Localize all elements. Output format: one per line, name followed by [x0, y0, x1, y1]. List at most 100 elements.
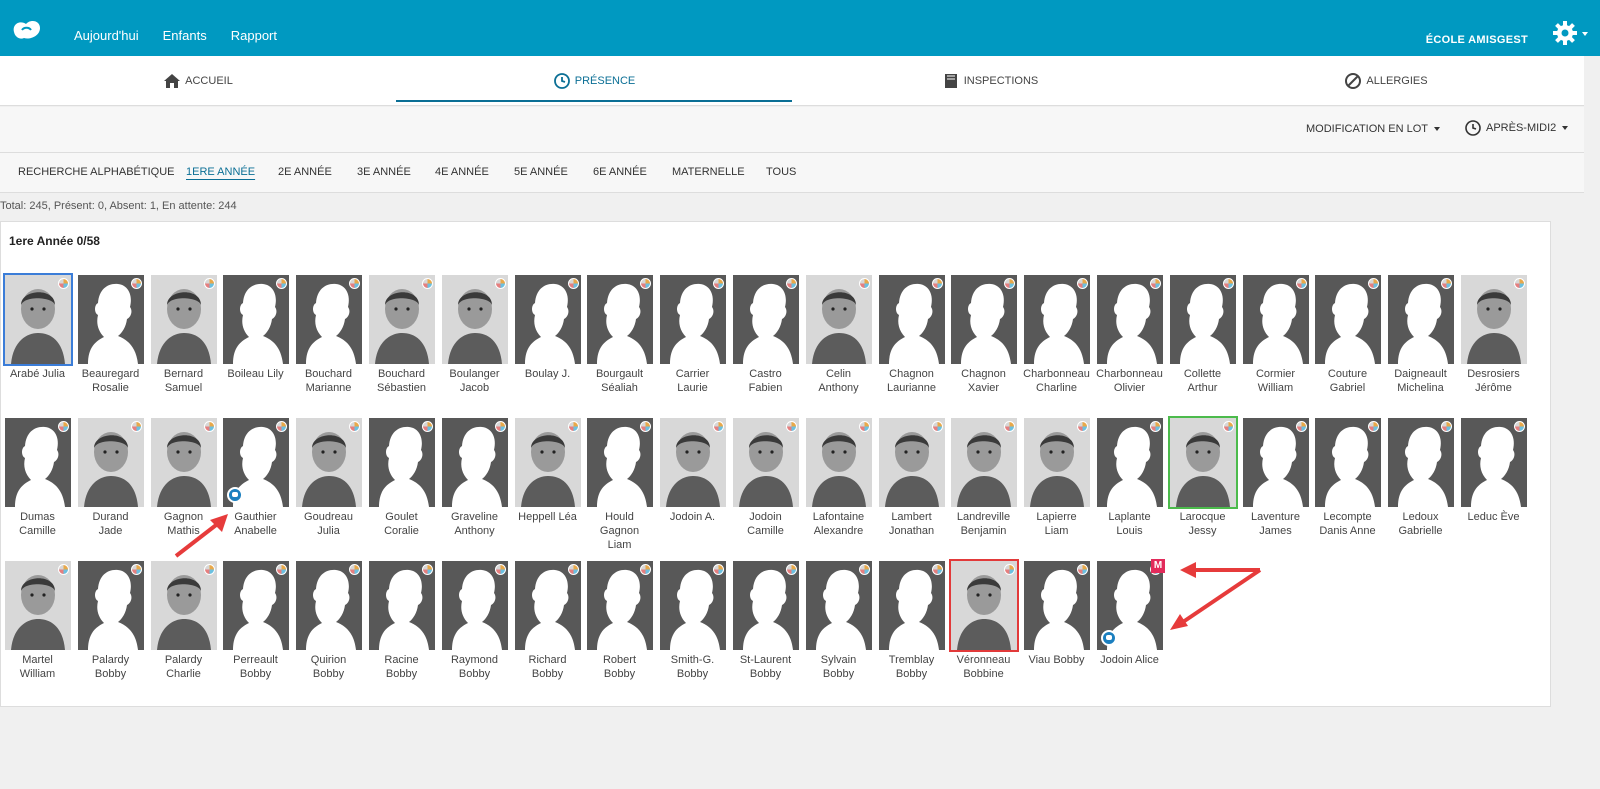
status-indicator-icon[interactable] [422, 421, 433, 432]
status-indicator-icon[interactable] [859, 278, 870, 289]
period-dropdown[interactable]: APRÈS-MIDI2 [1464, 119, 1569, 137]
student-name: Daigneault Michelina [1380, 367, 1461, 395]
student-name-line: Smith-G. [670, 654, 715, 666]
student-name: Leduc Ève [1453, 510, 1534, 524]
status-indicator-icon[interactable] [349, 564, 360, 575]
chevron-down-icon[interactable] [1582, 32, 1588, 36]
nav-children[interactable]: Enfants [163, 28, 207, 43]
status-indicator-icon[interactable] [1223, 278, 1234, 289]
batch-edit-dropdown[interactable]: MODIFICATION EN LOT [1306, 123, 1441, 135]
status-indicator-icon[interactable] [568, 278, 579, 289]
status-indicator-icon[interactable] [932, 421, 943, 432]
status-indicator-icon[interactable] [1296, 421, 1307, 432]
grade-tab-5[interactable]: 5E ANNÉE [514, 166, 568, 178]
status-indicator-icon[interactable] [568, 564, 579, 575]
status-indicator-icon[interactable] [1368, 421, 1379, 432]
status-indicator-icon[interactable] [932, 278, 943, 289]
status-indicator-icon[interactable] [349, 278, 360, 289]
status-indicator-icon[interactable] [204, 421, 215, 432]
status-indicator-icon[interactable] [204, 564, 215, 575]
tab-allergies[interactable]: ALLERGIES [1188, 56, 1584, 106]
status-indicator-icon[interactable] [1077, 564, 1088, 575]
status-indicator-icon[interactable] [495, 278, 506, 289]
student-name-line: Arabé Julia [9, 368, 66, 380]
status-indicator-icon[interactable] [1514, 421, 1525, 432]
student-name-line: Hould [605, 511, 634, 523]
grade-tab-4[interactable]: 4E ANNÉE [435, 166, 489, 178]
grade-tab-2[interactable]: 2E ANNÉE [278, 166, 332, 178]
nav-today[interactable]: Aujourd'hui [74, 28, 139, 43]
status-indicator-icon[interactable] [1514, 278, 1525, 289]
gear-icon[interactable] [1552, 20, 1578, 46]
grade-tab-all[interactable]: TOUS [766, 166, 796, 178]
student-name: Robert Bobby [579, 653, 660, 681]
logo-icon[interactable] [10, 18, 44, 42]
status-indicator-icon[interactable] [932, 564, 943, 575]
student-name: Chagnon Xavier [943, 367, 1024, 395]
student-name: Collette Arthur [1162, 367, 1243, 395]
status-indicator-icon[interactable] [859, 421, 870, 432]
student-name-line: Camille [747, 525, 784, 537]
tab-accueil[interactable]: ACCUEIL [0, 56, 396, 106]
status-indicator-icon[interactable] [859, 564, 870, 575]
status-indicator-icon[interactable] [131, 564, 142, 575]
status-indicator-icon[interactable] [349, 421, 360, 432]
grade-tab-alpha[interactable]: RECHERCHE ALPHABÉTIQUE [18, 166, 174, 178]
status-indicator-icon[interactable] [1296, 278, 1307, 289]
status-indicator-icon[interactable] [1223, 421, 1234, 432]
grade-tab-1[interactable]: 1ERE ANNÉE [186, 166, 255, 178]
student-name-line: Daigneault [1394, 368, 1447, 380]
status-indicator-icon[interactable] [1441, 278, 1452, 289]
status-indicator-icon[interactable] [495, 421, 506, 432]
student-name-line: Bobby [312, 668, 345, 680]
status-indicator-icon[interactable] [1077, 421, 1088, 432]
status-indicator-icon[interactable] [713, 421, 724, 432]
student-name-line: Desrosiers [1467, 368, 1520, 380]
student-name-line: William [1257, 382, 1294, 394]
nav-report[interactable]: Rapport [231, 28, 277, 43]
student-name-line: James [1259, 525, 1292, 537]
tab-presence[interactable]: PRÉSENCE [396, 56, 792, 106]
status-indicator-icon[interactable] [276, 278, 287, 289]
status-indicator-icon[interactable] [640, 564, 651, 575]
status-indicator-icon[interactable] [1004, 278, 1015, 289]
status-indicator-icon[interactable] [276, 564, 287, 575]
student-name-line: Bouchard [377, 368, 426, 380]
status-indicator-icon[interactable] [58, 278, 69, 289]
grade-tab-maternelle[interactable]: MATERNELLE [672, 166, 745, 178]
status-indicator-icon[interactable] [422, 278, 433, 289]
status-indicator-icon[interactable] [786, 421, 797, 432]
status-indicator-icon[interactable] [58, 421, 69, 432]
status-indicator-icon[interactable] [131, 421, 142, 432]
status-indicator-icon[interactable] [1004, 564, 1015, 575]
student-name: Bouchard Sébastien [361, 367, 442, 395]
status-indicator-icon[interactable] [131, 278, 142, 289]
student-name: Laventure James [1235, 510, 1316, 538]
message-icon[interactable] [227, 487, 243, 503]
status-indicator-icon[interactable] [495, 564, 506, 575]
status-indicator-icon[interactable] [640, 278, 651, 289]
status-indicator-icon[interactable] [786, 278, 797, 289]
status-indicator-icon[interactable] [713, 564, 724, 575]
status-indicator-icon[interactable] [1368, 278, 1379, 289]
student-name-line: Xavier [967, 382, 1000, 394]
status-indicator-icon[interactable] [713, 278, 724, 289]
status-indicator-icon[interactable] [276, 421, 287, 432]
grade-tab-6[interactable]: 6E ANNÉE [593, 166, 647, 178]
status-indicator-icon[interactable] [1150, 278, 1161, 289]
grade-tab-3[interactable]: 3E ANNÉE [357, 166, 411, 178]
status-indicator-icon[interactable] [1004, 421, 1015, 432]
message-icon[interactable] [1101, 630, 1117, 646]
status-indicator-icon[interactable] [204, 278, 215, 289]
annotation-arrow [1170, 562, 1262, 630]
tab-inspections[interactable]: INSPECTIONS [792, 56, 1188, 106]
status-indicator-icon[interactable] [640, 421, 651, 432]
status-indicator-icon[interactable] [422, 564, 433, 575]
status-indicator-icon[interactable] [1077, 278, 1088, 289]
student-name: Boulanger Jacob [434, 367, 515, 395]
status-indicator-icon[interactable] [1150, 421, 1161, 432]
status-indicator-icon[interactable] [568, 421, 579, 432]
status-indicator-icon[interactable] [1441, 421, 1452, 432]
status-indicator-icon[interactable] [58, 564, 69, 575]
status-indicator-icon[interactable] [786, 564, 797, 575]
